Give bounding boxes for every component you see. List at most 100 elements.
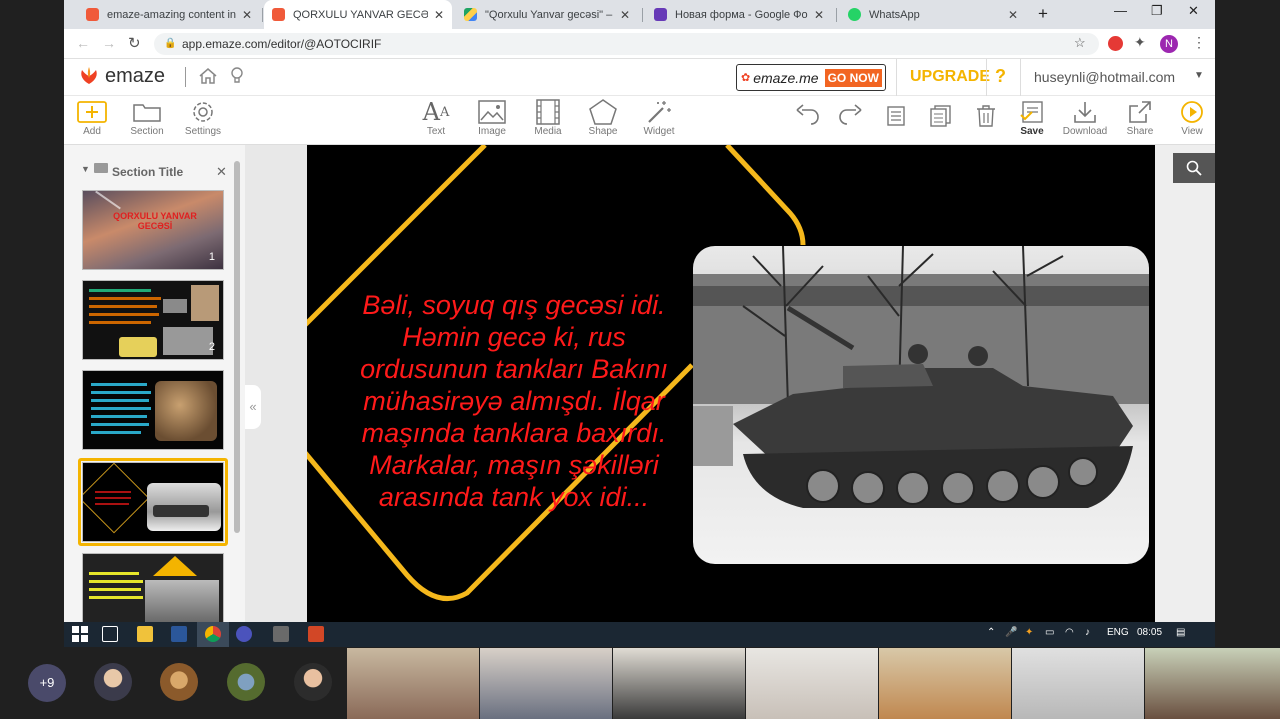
emaze-header: emaze ✿ emaze.me GO NOW UPGRADE ? huseyn… [64,59,1215,96]
tab-emaze-home[interactable]: emaze-amazing content in m ✕ [78,0,260,29]
notes-icon[interactable] [887,106,905,131]
slide-thumbnail-5[interactable] [82,553,224,622]
emaze-me-promo[interactable]: ✿ emaze.me GO NOW [736,64,886,91]
clock[interactable]: 08:05 [1137,627,1162,638]
more-participants-badge[interactable]: +9 [28,664,66,702]
microphone-icon[interactable]: 🎤 [1005,627,1017,638]
settings-button[interactable]: Settings [178,98,228,137]
participant-video[interactable] [746,648,878,719]
slide-thumbnail-2[interactable]: 2 [82,280,224,360]
teams-icon[interactable] [236,626,252,642]
tab-google-drive[interactable]: "Qorxulu Yanvar gecəsi" – Goo ✕ [456,0,638,29]
profile-avatar[interactable]: N [1160,35,1178,53]
emaze-logo-icon: ✿ [741,72,751,84]
sidebar-scrollbar[interactable] [234,161,240,533]
wifi-icon[interactable]: ◠ [1065,627,1074,638]
shape-tool-button[interactable]: Shape [578,98,628,137]
slide-body-text[interactable]: Bəli, soyuq qış gecəsi idi. Həmin gecə k… [343,271,685,531]
volume-icon[interactable]: ♪ [1085,627,1090,638]
tab-qorxulu-yanvar[interactable]: QORXULU YANVAR GECƏSİ by ✕ [264,0,452,29]
trash-icon[interactable] [976,105,996,132]
duplicate-icon[interactable] [930,105,952,132]
windows-start-icon[interactable] [72,626,88,642]
extensions-puzzle-icon[interactable]: ✦ [1134,34,1146,51]
add-button[interactable]: Add [67,98,117,137]
home-icon[interactable] [198,66,218,91]
participant-video[interactable] [879,648,1011,719]
slide-canvas[interactable]: Bəli, soyuq qış gecəsi idi. Həmin gecə k… [307,145,1155,622]
minimize-button[interactable]: — [1114,3,1127,18]
new-tab-button[interactable]: + [1038,4,1048,24]
text-tool-button[interactable]: AA Text [411,98,461,137]
chevron-down-icon[interactable]: ▼ [1194,70,1204,81]
close-tab-icon[interactable]: ✕ [242,8,252,22]
download-button[interactable]: Download [1060,98,1110,137]
section-button[interactable]: Section [122,98,172,137]
address-bar[interactable]: 🔒 app.emaze.com/editor/@AOTOCIRIF [154,33,1099,55]
search-icon [1186,160,1202,176]
slides-sidebar: ▼ Section Title ✕ QORXULU YANVAR GECƏSİ … [64,145,245,622]
tray-chevron-icon[interactable]: ⌃ [987,627,995,638]
task-view-icon[interactable] [102,626,118,642]
collapse-sidebar-button[interactable]: « [245,385,261,429]
participant-video[interactable] [1012,648,1144,719]
lock-icon: 🔒 [164,38,177,49]
view-button[interactable]: View [1167,98,1215,137]
media-tool-button[interactable]: Media [523,98,573,137]
restore-button[interactable]: ❐ [1151,3,1163,19]
participant-avatar[interactable] [294,663,332,701]
forward-icon[interactable]: → [102,35,116,51]
slide-thumbnail-1[interactable]: QORXULU YANVAR GECƏSİ 1 [82,190,224,270]
powerpoint-icon[interactable] [308,626,324,642]
emaze-logo-text[interactable]: emaze [105,65,165,88]
language-indicator[interactable]: ENG [1107,627,1129,638]
back-icon[interactable]: ← [76,35,90,51]
participant-avatar[interactable] [94,663,132,701]
user-email[interactable]: huseynli@hotmail.com [1034,69,1175,85]
participant-video[interactable] [613,648,745,719]
close-tab-icon[interactable]: ✕ [620,8,630,22]
section-title[interactable]: Section Title [112,165,183,179]
more-menu-icon[interactable]: ⋮ [1192,34,1206,51]
file-explorer-icon[interactable] [137,626,153,642]
participant-video[interactable] [347,648,479,719]
participant-video[interactable] [1145,648,1280,719]
participant-avatar[interactable] [227,663,265,701]
participant-video[interactable] [480,648,612,719]
close-window-button[interactable]: ✕ [1188,3,1199,19]
widget-tool-button[interactable]: Widget [634,98,684,137]
tank-photo[interactable] [693,246,1149,564]
slide-thumbnail-4[interactable] [82,462,224,542]
lightbulb-icon[interactable] [230,66,244,91]
word-icon[interactable] [171,626,187,642]
chrome-icon[interactable] [205,626,221,642]
share-button[interactable]: Share [1115,98,1165,137]
editor-workspace: ▼ Section Title ✕ QORXULU YANVAR GECƏSİ … [64,145,1215,622]
editor-toolbar: Add Section Settings AA Text Image Media… [64,96,1215,145]
close-section-icon[interactable]: ✕ [216,164,227,180]
participant-avatar[interactable] [160,663,198,701]
help-button[interactable]: ? [995,66,1006,87]
emaze-favicon-icon [272,8,285,21]
close-tab-icon[interactable]: ✕ [434,8,444,22]
tab-whatsapp[interactable]: WhatsApp ✕ [840,0,1026,29]
go-now-badge: GO NOW [824,68,882,87]
upgrade-button[interactable]: UPGRADE [910,68,990,86]
battery-icon[interactable]: ▭ [1045,627,1054,638]
app-icon[interactable] [273,626,289,642]
save-button[interactable]: Save [1007,98,1057,137]
close-tab-icon[interactable]: ✕ [814,8,824,22]
close-tab-icon[interactable]: ✕ [1008,8,1018,22]
slide-thumbnail-3[interactable] [82,370,224,450]
zoom-button[interactable] [1173,153,1215,183]
image-tool-button[interactable]: Image [467,98,517,137]
bookmark-star-icon[interactable]: ☆ [1074,35,1086,51]
redo-icon[interactable] [838,104,864,131]
tab-google-forms[interactable]: Новая форма - Google Форм ✕ [646,0,832,29]
undo-icon[interactable] [794,104,820,131]
reload-icon[interactable]: ↻ [128,34,141,52]
notifications-icon[interactable]: ▤ [1176,627,1185,638]
collapse-triangle-icon[interactable]: ▼ [81,164,90,174]
extension-icon[interactable] [1108,36,1123,51]
app-tray-icon[interactable]: ✦ [1025,627,1033,638]
